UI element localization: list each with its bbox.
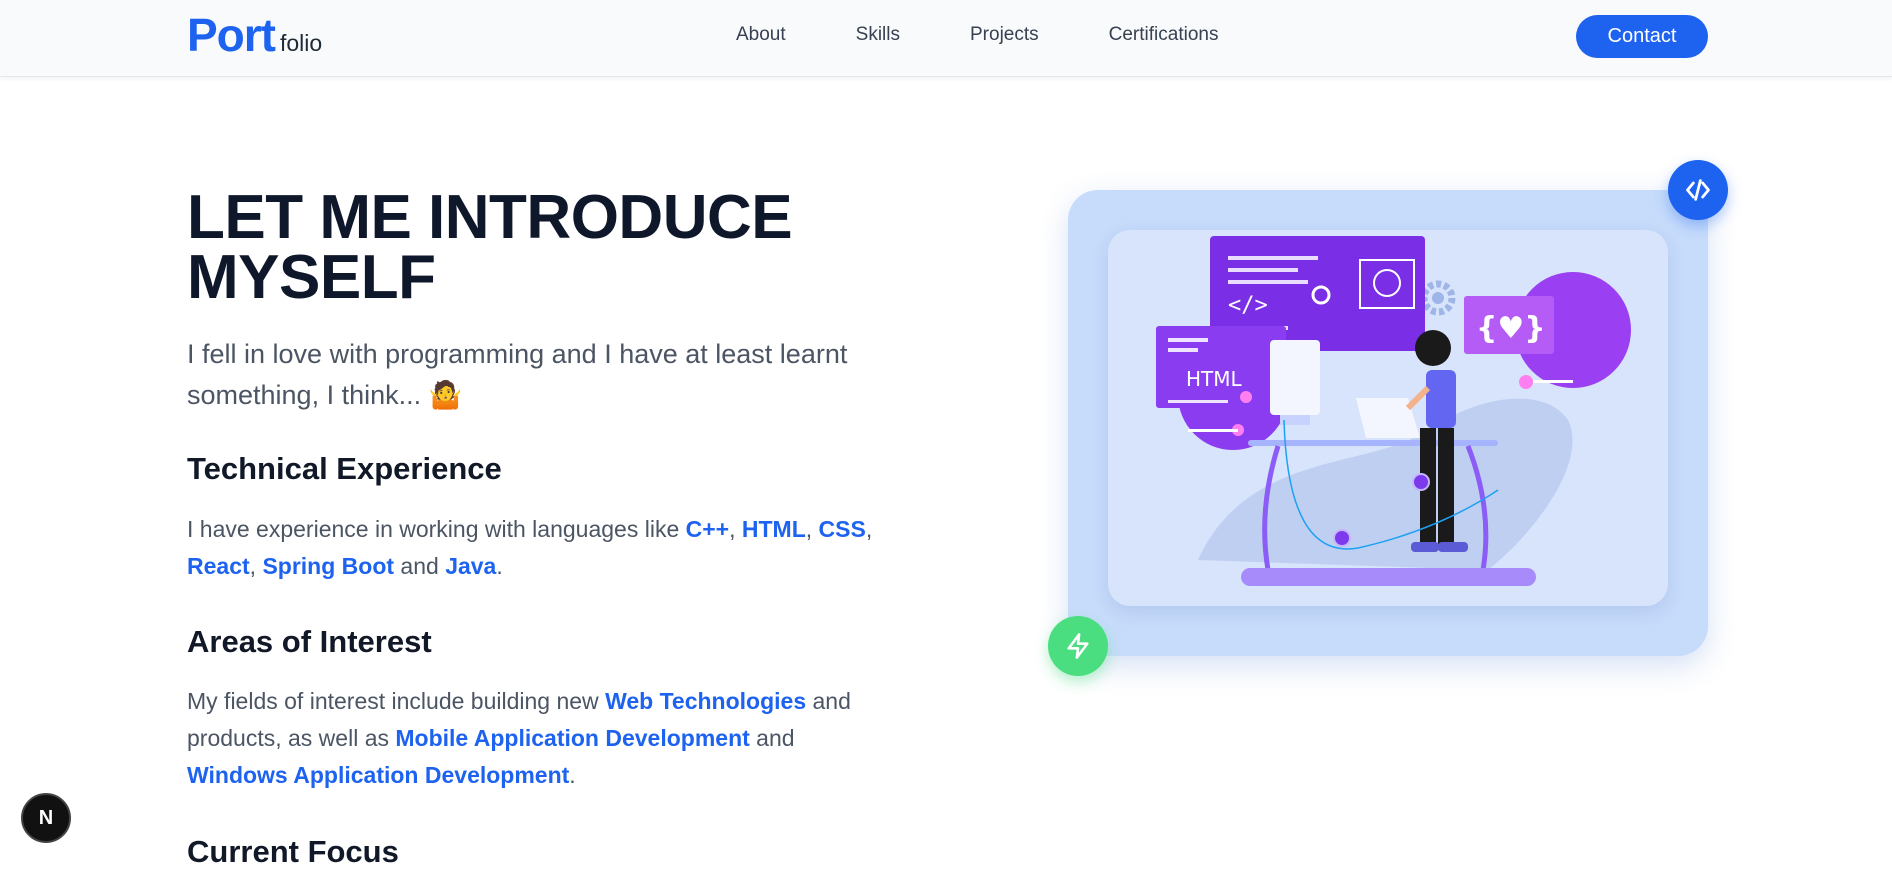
period: .: [496, 553, 503, 579]
developer-illustration: </> HTML {♥}: [1156, 236, 1631, 586]
sep: ,: [729, 516, 742, 542]
glow-dot: [1240, 391, 1252, 403]
interest-mobile: Mobile Application Development: [395, 725, 750, 751]
lang-cpp: C++: [685, 516, 730, 542]
intro-section: LET ME INTRODUCE MYSELF I fell in love w…: [187, 187, 947, 870]
nav-about[interactable]: About: [736, 24, 786, 46]
technical-text: I have experience in working with langua…: [187, 511, 947, 585]
interests-mid-2: and: [749, 725, 795, 751]
nav-skills[interactable]: Skills: [856, 24, 900, 46]
illustration-inner: </> HTML {♥}: [1108, 230, 1668, 606]
illustration-card: </> HTML {♥}: [1068, 190, 1708, 656]
lang-html: HTML: [741, 516, 806, 542]
lang-react: React: [187, 553, 250, 579]
braces-label: {♥}: [1476, 311, 1546, 346]
contact-button[interactable]: Contact: [1576, 15, 1708, 58]
code-symbol: </>: [1228, 293, 1268, 318]
period: .: [569, 762, 576, 788]
technical-text-pre: I have experience in working with langua…: [187, 516, 686, 542]
technical-heading: Technical Experience: [187, 451, 502, 486]
and-text: and: [394, 553, 446, 579]
nav-projects[interactable]: Projects: [970, 24, 1039, 46]
interest-web: Web Technologies: [605, 688, 807, 714]
title-line-2: MYSELF: [187, 243, 436, 312]
gear-decoration: [1420, 280, 1456, 316]
interests-text: My fields of interest include building n…: [187, 683, 947, 794]
monitor: [1270, 340, 1320, 415]
sep: ,: [865, 516, 873, 542]
logo-main: Port: [187, 9, 276, 61]
glow-dot: [1519, 375, 1533, 389]
focus-heading: Current Focus: [187, 834, 399, 869]
code-icon: [1668, 160, 1728, 220]
logo-sub: folio: [280, 30, 323, 56]
interest-windows: Windows Application Development: [187, 762, 570, 788]
logo[interactable]: Port folio: [187, 8, 322, 62]
page-title: LET ME INTRODUCE MYSELF: [187, 187, 947, 309]
nav-certifications[interactable]: Certifications: [1109, 24, 1219, 46]
site-header: Port folio About Skills Projects Certifi…: [0, 0, 1892, 77]
framework-badge[interactable]: N: [21, 793, 71, 843]
floor-platform: [1241, 568, 1536, 586]
lang-css: CSS: [818, 516, 866, 542]
interests-heading: Areas of Interest: [187, 624, 432, 659]
sep: ,: [805, 516, 819, 542]
main-nav: About Skills Projects Certifications: [736, 24, 1218, 46]
intro-text: I fell in love with programming and I ha…: [187, 334, 947, 416]
sep: ,: [249, 553, 263, 579]
interests-text-pre: My fields of interest include building n…: [187, 688, 606, 714]
title-line-1: LET ME INTRODUCE: [187, 183, 793, 252]
lang-spring-boot: Spring Boot: [262, 553, 395, 579]
lang-java: Java: [445, 553, 497, 579]
html-label: HTML: [1186, 367, 1243, 391]
intro-line-1: I fell in love with programming and I ha…: [187, 339, 848, 369]
intro-line-2: something, I think... 🤷: [187, 380, 463, 410]
lightning-icon: [1048, 616, 1108, 676]
